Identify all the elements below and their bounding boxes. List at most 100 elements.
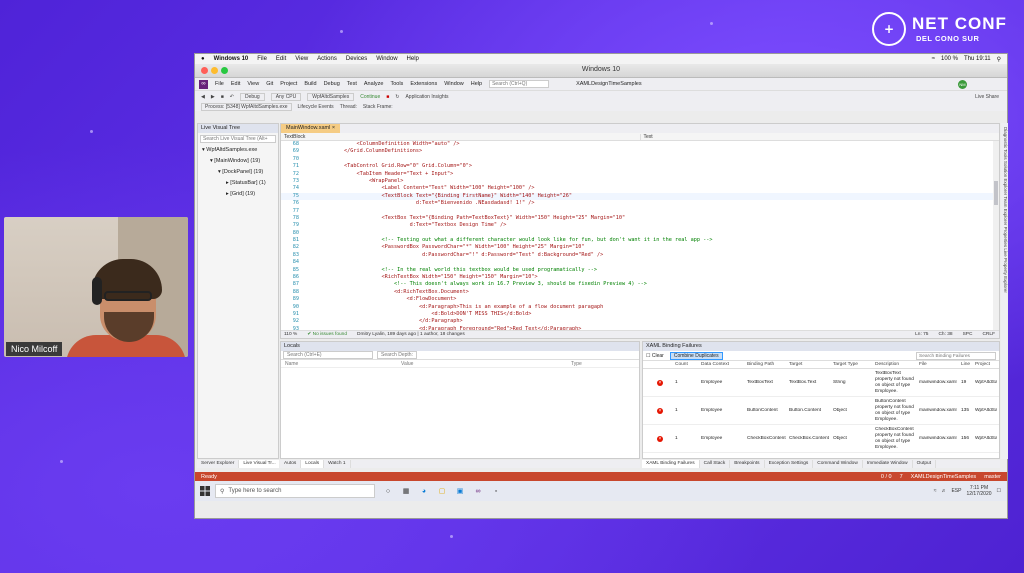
tab-server-explorer[interactable]: Server Explorer <box>197 460 240 468</box>
lifecycle-events-button[interactable]: Lifecycle Events <box>298 104 334 110</box>
code-line[interactable]: 76 d:Text="Bienvenido .NEasdadasd! 1!" /… <box>281 200 993 207</box>
combine-duplicates-toggle[interactable]: Combine Duplicates <box>669 351 723 360</box>
tree-node[interactable]: ▾ [DockPanel] (19) <box>198 167 278 178</box>
code-line[interactable]: 87 <!-- This doesn't always work in 16.7… <box>281 281 993 288</box>
undo-icon[interactable]: ↶ <box>230 94 234 100</box>
widgets-icon[interactable]: ▦ <box>401 486 411 496</box>
binding-failure-row[interactable]: × 1 Employee TextBoxText TextBox.Text String T… <box>643 369 999 397</box>
stack-frame-dropdown[interactable]: Stack Frame: <box>363 104 393 110</box>
vs-menu-help[interactable]: Help <box>471 81 482 87</box>
tab-autos[interactable]: Autos <box>280 460 302 468</box>
tab-locals[interactable]: Locals <box>301 460 325 468</box>
column-binding-path[interactable]: Binding Path <box>745 361 787 368</box>
back-icon[interactable]: ◀ <box>201 94 205 100</box>
right-tool-rail[interactable]: Diagnostic Tools Solution Explorer Team … <box>1001 123 1008 459</box>
vs-menu-git[interactable]: Git <box>266 81 273 87</box>
search-depth-dropdown[interactable]: Search Depth: <box>377 351 417 359</box>
notifications-icon[interactable]: ☐ <box>997 488 1001 494</box>
code-line[interactable]: 68 <ColumnDefinition Width="auto" /> <box>281 141 993 148</box>
code-line[interactable]: 85 <!-- In the real world this textbox w… <box>281 267 993 274</box>
code-line[interactable]: 77 <box>281 208 993 215</box>
thread-dropdown[interactable]: Thread: <box>340 104 357 110</box>
visual-studio-taskbar-icon[interactable]: ∞ <box>473 486 483 496</box>
vs-menu-tools[interactable]: Tools <box>390 81 403 87</box>
file-explorer-icon[interactable]: ▢ <box>437 486 447 496</box>
git-blame[interactable]: Dmitry Lyalin, 189 days ago | 1 author, … <box>357 332 465 337</box>
editor-scrollbar[interactable] <box>993 141 999 330</box>
mac-menu-devices[interactable]: Devices <box>346 56 367 62</box>
save-icon[interactable]: ■ <box>221 94 224 100</box>
config-dropdown[interactable]: Debug <box>239 92 265 101</box>
code-line[interactable]: 88 <d:RichTextBox.Document> <box>281 289 993 296</box>
taskbar-search-input[interactable]: ⚲ Type here to search <box>215 484 375 498</box>
vs-menu-edit[interactable]: Edit <box>231 81 240 87</box>
column-project[interactable]: Project <box>973 361 997 368</box>
column-data-context[interactable]: Data Context <box>699 361 745 368</box>
wifi-icon[interactable]: ≈ <box>932 56 935 62</box>
status-changes[interactable]: 7 <box>900 474 903 480</box>
code-line[interactable]: 86 <RichTextBox Width="150" Height="150"… <box>281 274 993 281</box>
vs-search-input[interactable]: Search (Ctrl+Q) <box>489 80 550 88</box>
vs-menu-analyze[interactable]: Analyze <box>364 81 384 87</box>
tree-node[interactable]: ▾ WpfAltdSamples.exe <box>198 145 278 156</box>
mac-app-name[interactable]: Windows 10 <box>214 56 249 62</box>
tab-xaml-binding-failures[interactable]: XAML Binding Failures <box>642 460 700 468</box>
live-share-button[interactable]: Live Share <box>975 94 1007 100</box>
code-line[interactable]: 75 <TextBlock Text="{Binding FirstName}"… <box>281 192 993 201</box>
tree-node[interactable]: ▸ [Grid] (19) <box>198 189 278 200</box>
store-icon[interactable]: ▣ <box>455 486 465 496</box>
windows-start-icon[interactable] <box>195 481 215 501</box>
vs-menu-test[interactable]: Test <box>347 81 357 87</box>
column-description[interactable]: Description <box>873 361 917 368</box>
application-insights-button[interactable]: Application Insights <box>405 94 448 100</box>
code-line[interactable]: 92 </d:Paragraph> <box>281 318 993 325</box>
binding-search-input[interactable]: Search Binding Failures <box>916 351 996 360</box>
status-branch[interactable]: master <box>984 474 1001 480</box>
vs-menu-file[interactable]: File <box>215 81 224 87</box>
indent-mode[interactable]: SPC <box>963 332 973 337</box>
mac-menu-file[interactable]: File <box>257 56 267 62</box>
mac-clock[interactable]: Thu 19:11 <box>964 56 991 62</box>
search-icon[interactable]: ⚲ <box>997 56 1001 63</box>
code-line[interactable]: 74 <Label Content="Test" Width="100" Hei… <box>281 185 993 192</box>
code-line[interactable]: 72 <TabItem Header="Text + Input"> <box>281 171 993 178</box>
vs-menu-build[interactable]: Build <box>304 81 316 87</box>
vs-menu-debug[interactable]: Debug <box>324 81 340 87</box>
forward-icon[interactable]: ▶ <box>211 94 215 100</box>
column-count[interactable]: Count <box>673 361 699 368</box>
tree-search-input[interactable]: Search Live Visual Tree (Alt+ <box>200 135 276 143</box>
column-name[interactable]: Name <box>281 360 401 367</box>
edge-icon[interactable]: ◕ <box>419 486 429 496</box>
tree-node[interactable]: ▾ [MainWindow] (19) <box>198 156 278 167</box>
tab-breakpoints[interactable]: Breakpoints <box>730 460 765 468</box>
tab-watch-1[interactable]: Watch 1 <box>324 460 351 468</box>
tab-call-stack[interactable]: Call Stack <box>700 460 731 468</box>
column-value[interactable]: Value <box>401 360 571 367</box>
locals-search-input[interactable]: Search (Ctrl+E) <box>283 351 373 359</box>
battery-text[interactable]: 100 % <box>941 56 958 62</box>
code-line[interactable]: 89 <d:FlowDocument> <box>281 296 993 303</box>
code-lines[interactable]: 68 <ColumnDefinition Width="auto" /> 69 <… <box>281 141 993 330</box>
taskbar-clock[interactable]: 7:11 PM 12/17/2020 <box>966 485 991 497</box>
column-line[interactable]: Line <box>959 361 973 368</box>
tab-exception-settings[interactable]: Exception Settings <box>765 460 814 468</box>
network-icon[interactable]: ≈ <box>934 488 937 494</box>
avatar[interactable]: NM <box>958 79 967 89</box>
column-target-type[interactable]: Target Type <box>831 361 873 368</box>
code-line[interactable]: 80 <box>281 230 993 237</box>
tab-live-visual-tree[interactable]: Live Visual Tr... <box>239 460 279 468</box>
app-icon[interactable]: ▫ <box>491 486 501 496</box>
apple-icon[interactable]: ● <box>201 56 205 62</box>
column-type[interactable]: Type <box>571 360 582 367</box>
code-line[interactable]: 70 <box>281 156 993 163</box>
code-line[interactable]: 91 <d:Bold>DON'T MISS THIS</d:Bold> <box>281 311 993 318</box>
vs-menu-view[interactable]: View <box>247 81 259 87</box>
mac-menu-view[interactable]: View <box>295 56 308 62</box>
code-line[interactable]: 79 d:Text="Textbox Design Time" /> <box>281 222 993 229</box>
code-line[interactable]: 82 <PasswordBox PasswordChar="*" Width="… <box>281 244 993 251</box>
status-errors[interactable]: 0 / 0 <box>881 474 892 480</box>
issues-indicator[interactable]: ✔ No issues found <box>307 332 347 337</box>
tab-command-window[interactable]: Command Window <box>813 460 863 468</box>
volume-icon[interactable]: ♬ <box>941 488 946 494</box>
process-dropdown[interactable]: Process: [5348] WpfAltdSamples.exe <box>201 102 292 111</box>
